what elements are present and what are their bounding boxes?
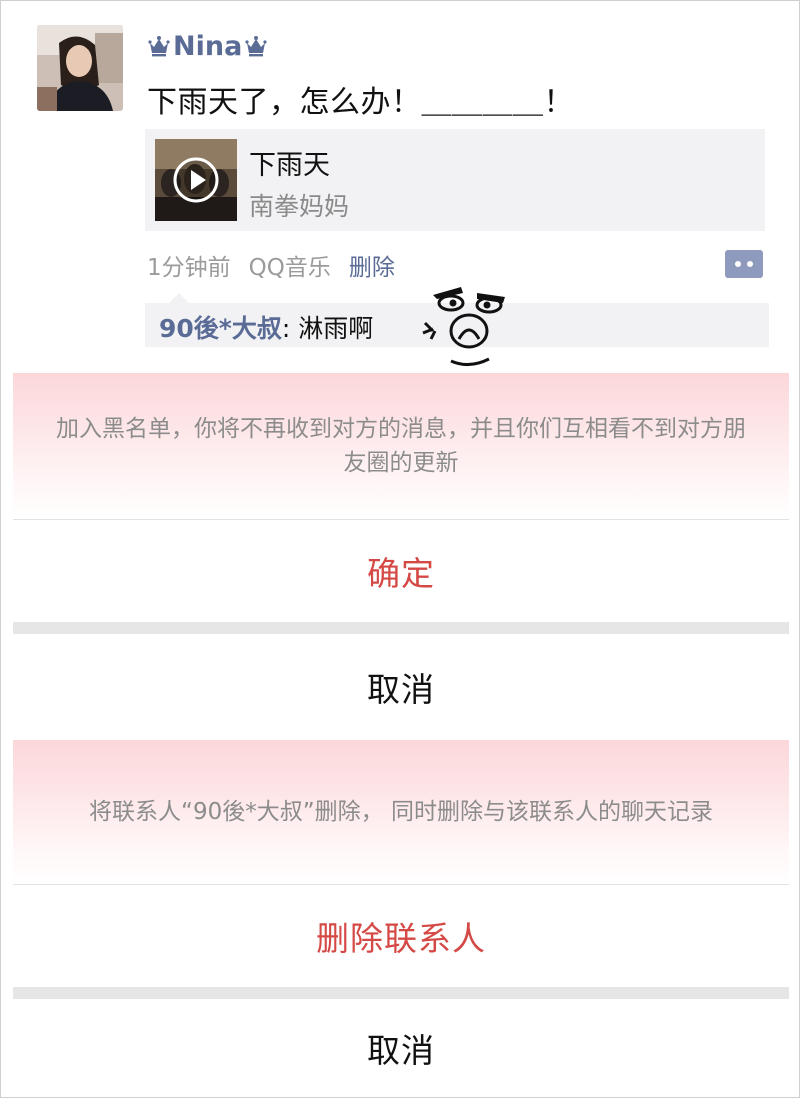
sheet-separator (13, 987, 789, 999)
screen: Nina 下雨天了，怎么办！＿＿＿＿！ 下雨天 南拳妈妈 1分钟前 QQ音乐 删… (0, 0, 800, 1098)
delete-contact-button[interactable]: 删除联系人 (13, 885, 789, 987)
post-time: 1分钟前 (147, 255, 231, 281)
music-title: 下雨天 (249, 150, 330, 181)
comment-icon[interactable] (725, 250, 763, 278)
play-icon[interactable] (171, 155, 221, 205)
music-artist: 南拳妈妈 (249, 192, 350, 221)
music-cover (155, 139, 237, 221)
confirm-blacklist-button[interactable]: 确定 (13, 520, 789, 622)
music-share-card[interactable]: 下雨天 南拳妈妈 (145, 129, 765, 231)
post-meta: 1分钟前 QQ音乐 删除 (147, 249, 413, 281)
angry-face-sticker (422, 287, 505, 366)
comment-item[interactable]: 90後*大叔: 淋雨啊 (159, 309, 373, 345)
avatar-image (37, 25, 123, 111)
delete-contact-warning: 将联系人“90後*大叔”删除， 同时删除与该联系人的聊天记录 (13, 740, 789, 884)
cancel-button[interactable]: 取消 (13, 999, 789, 1097)
sheet-separator (13, 622, 789, 634)
post-source[interactable]: QQ音乐 (249, 248, 331, 282)
comment-text: 淋雨啊 (298, 314, 374, 343)
blacklist-warning: 加入黑名单，你将不再收到对方的消息，并且你们互相看不到对方朋友圈的更新 (13, 373, 789, 519)
crown-icon (245, 36, 267, 57)
crown-icon (148, 36, 170, 57)
avatar[interactable] (37, 25, 123, 111)
post-author[interactable]: Nina (147, 29, 268, 63)
comment-separator: : (281, 314, 299, 343)
post-text: 下雨天了，怎么办！＿＿＿＿！ (147, 85, 574, 120)
delete-post-link[interactable]: 删除 (349, 248, 395, 282)
comment-user[interactable]: 90後*大叔 (159, 314, 282, 343)
comment-pointer (169, 293, 189, 303)
post-author-name: Nina (173, 30, 243, 62)
cancel-button[interactable]: 取消 (13, 634, 789, 740)
